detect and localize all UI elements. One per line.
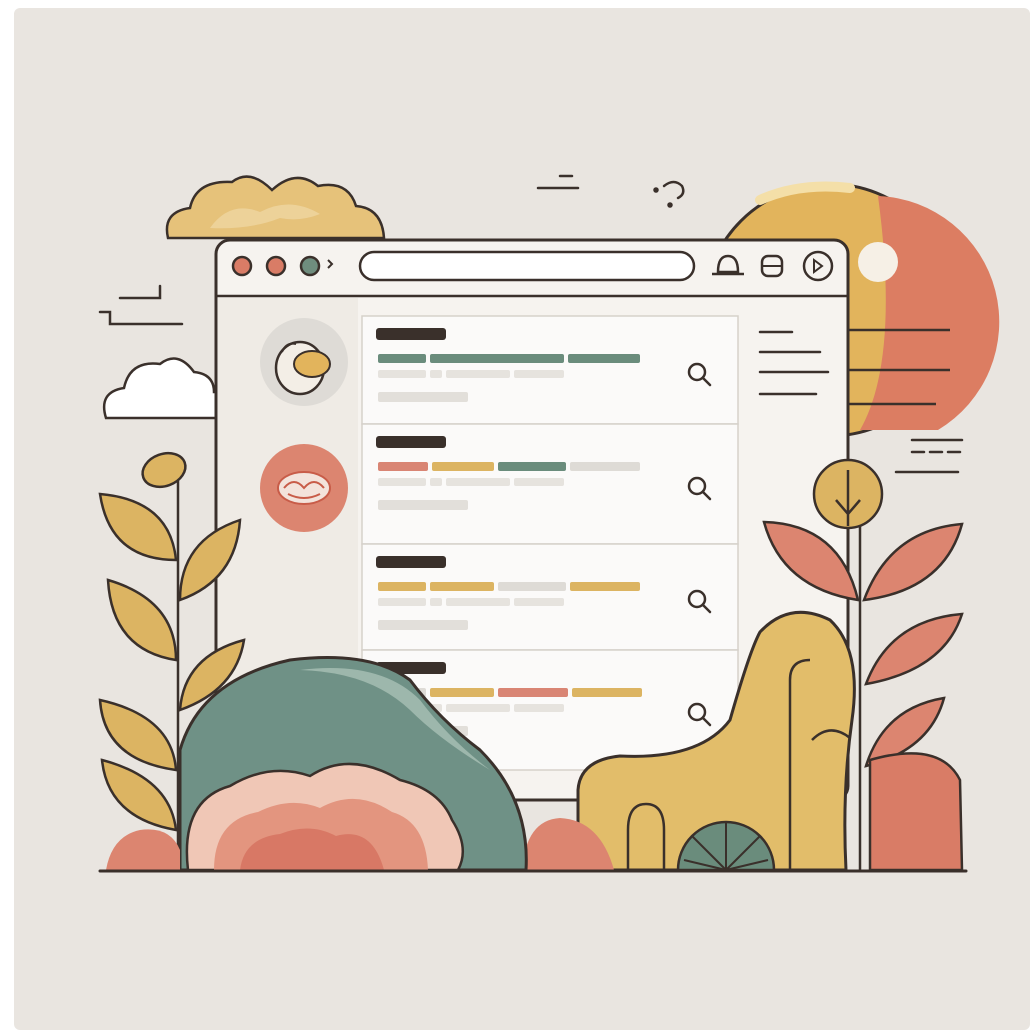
step-doodle-icon xyxy=(98,284,184,326)
result-text-bar xyxy=(378,478,426,486)
result-text-bar xyxy=(514,478,564,486)
result-text-bar xyxy=(378,598,426,606)
result-text-bar xyxy=(430,598,442,606)
illustration-frame xyxy=(14,8,1030,1030)
result-tag-bar xyxy=(570,582,640,591)
result-text-bar xyxy=(430,478,442,486)
result-snippet-bar xyxy=(378,620,468,630)
result-tag-bar xyxy=(568,354,640,363)
cloud-badge-avatar-icon xyxy=(260,444,348,532)
maximize-dot[interactable] xyxy=(299,255,321,277)
result-tag-bar xyxy=(430,582,494,591)
result-title-bar xyxy=(376,328,446,340)
result-tag-bar xyxy=(430,354,564,363)
result-text-bar xyxy=(446,478,510,486)
result-tag-bar xyxy=(378,354,426,363)
result-tag-bar xyxy=(570,462,640,471)
result-tag-bar xyxy=(378,462,428,471)
minimize-dot[interactable] xyxy=(265,255,287,277)
result-title-bar xyxy=(376,436,446,448)
result-tag-bar xyxy=(498,462,566,471)
illustration xyxy=(98,174,1000,873)
result-text-bar xyxy=(430,370,442,378)
result-text-bar xyxy=(514,598,564,606)
result-text-bar xyxy=(446,370,510,378)
result-tag-bar xyxy=(498,688,568,697)
result-text-bar xyxy=(446,598,510,606)
result-text-bar xyxy=(378,370,426,378)
result-text-bar xyxy=(514,370,564,378)
result-snippet-bar xyxy=(378,392,468,402)
dash-doodle-icon xyxy=(536,174,685,208)
result-tag-bar xyxy=(498,582,566,591)
address-bar[interactable] xyxy=(358,250,696,282)
close-dot[interactable] xyxy=(231,255,253,277)
result-snippet-bar xyxy=(378,500,468,510)
result-tag-bar xyxy=(432,462,494,471)
cloud-top-icon xyxy=(165,175,386,240)
result-text-bar xyxy=(446,704,510,712)
result-tag-bar xyxy=(430,688,494,697)
result-card[interactable] xyxy=(361,423,739,545)
egg-avatar-icon xyxy=(260,318,348,406)
result-text-bar xyxy=(514,704,564,712)
result-card[interactable] xyxy=(361,315,739,425)
result-card[interactable] xyxy=(361,543,739,651)
result-tag-bar xyxy=(378,582,426,591)
result-tag-bar xyxy=(572,688,642,697)
right-dash-doodle-icon xyxy=(894,438,964,474)
result-title-bar xyxy=(376,556,446,568)
